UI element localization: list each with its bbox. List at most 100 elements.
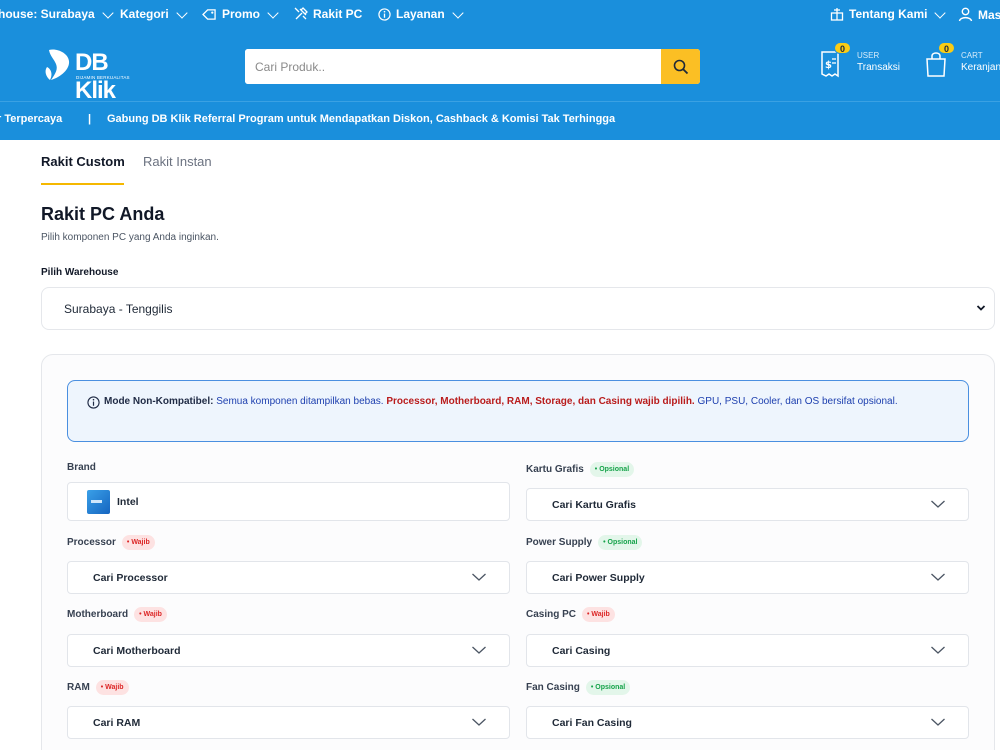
chevron-down-icon: [931, 718, 945, 726]
user-icon: [958, 7, 973, 22]
brand-select[interactable]: Intel: [67, 482, 510, 521]
psu-select[interactable]: Cari Power Supply: [526, 561, 969, 594]
transaksi-label: Transaksi: [857, 62, 900, 73]
rakit-pc-menu[interactable]: Rakit PC: [294, 7, 362, 21]
user-transaksi-link[interactable]: $ 0 USER Transaksi: [820, 42, 900, 78]
motherboard-label-text: Motherboard: [67, 609, 129, 620]
tab-rakit-custom[interactable]: Rakit Custom: [41, 154, 125, 169]
tools-icon: [294, 7, 308, 20]
required-badge: • Wajib: [134, 607, 167, 622]
marquee-separator: |: [88, 113, 92, 125]
shopping-bag-icon: 0: [924, 42, 955, 78]
login-link[interactable]: Mas: [958, 7, 1000, 22]
fan-casing-label-text: Fan Casing: [526, 682, 580, 693]
chevron-down-icon: [976, 305, 986, 311]
processor-placeholder: Cari Processor: [93, 572, 168, 584]
notice-required-text: Processor, Motherboard, RAM, Storage, da…: [386, 396, 695, 407]
logo-mark-icon: [45, 49, 70, 80]
svg-text:$: $: [825, 60, 832, 71]
chevron-down-icon: [267, 6, 279, 19]
info-icon: [87, 396, 100, 409]
warehouse-label: house: Surabaya: [0, 7, 95, 21]
tentang-kami-menu[interactable]: Tentang Kami: [830, 6, 947, 21]
logo-tagline: DIJAMIN BERKUALITAS: [76, 75, 130, 80]
chevron-down-icon: [931, 573, 945, 581]
chevron-down-icon: [934, 6, 947, 19]
referral-program-link[interactable]: Gabung DB Klik Referral Program untuk Me…: [107, 113, 615, 125]
chevron-down-icon: [176, 6, 188, 19]
optional-badge: • Opsional: [585, 680, 631, 695]
chevron-down-icon: [931, 500, 945, 508]
optional-badge: • Opsional: [598, 535, 643, 550]
ram-label-text: RAM: [67, 682, 90, 693]
promo-marquee: r Terpercaya | Gabung DB Klik Referral P…: [0, 101, 1000, 140]
receipt-icon: $ 0: [820, 42, 851, 78]
info-icon: [378, 7, 391, 21]
kategori-menu[interactable]: Kategori: [120, 6, 188, 21]
cart-link[interactable]: 0 CART Keranjan: [924, 42, 1000, 78]
ram-placeholder: Cari RAM: [93, 717, 141, 729]
gpu-select[interactable]: Cari Kartu Grafis: [526, 488, 969, 521]
search-icon: [673, 59, 688, 74]
search-button[interactable]: [661, 49, 700, 84]
fan-casing-select[interactable]: Cari Fan Casing: [526, 706, 969, 739]
page-title: Rakit PC Anda: [41, 204, 165, 224]
notice-text-1: Semua komponen ditampilkan bebas.: [213, 396, 387, 407]
tab-rakit-instan[interactable]: Rakit Instan: [143, 154, 212, 169]
casing-label-text: Casing PC: [526, 609, 577, 620]
required-badge: • Wajib: [582, 607, 615, 622]
processor-field-label: Processor • Wajib: [67, 535, 155, 550]
motherboard-select[interactable]: Cari Motherboard: [67, 634, 510, 667]
layanan-label: Layanan: [396, 7, 445, 21]
ram-field-label: RAM • Wajib: [67, 680, 129, 695]
kategori-label: Kategori: [120, 7, 169, 21]
search-input[interactable]: [245, 49, 661, 84]
layanan-menu[interactable]: Layanan: [378, 6, 464, 21]
fan-casing-field-label: Fan Casing • Opsional: [526, 680, 631, 695]
psu-field-label: Power Supply • Opsional: [526, 535, 643, 550]
processor-select[interactable]: Cari Processor: [67, 561, 510, 594]
processor-label-text: Processor: [67, 537, 116, 548]
chevron-down-icon: [931, 646, 945, 654]
db-klik-logo[interactable]: DB Klik DIJAMIN BERKUALITAS: [44, 47, 144, 104]
cart-small-label: CART: [961, 51, 983, 60]
cart-count-badge: 0: [938, 42, 955, 54]
gpu-placeholder: Cari Kartu Grafis: [552, 499, 637, 511]
chevron-down-icon: [472, 573, 486, 581]
gpu-field-label: Kartu Grafis • Opsional: [526, 462, 635, 477]
casing-placeholder: Cari Casing: [552, 645, 611, 657]
casing-field-label: Casing PC • Wajib: [526, 607, 615, 622]
building-icon: [830, 8, 844, 21]
motherboard-placeholder: Cari Motherboard: [93, 645, 181, 657]
fan-casing-placeholder: Cari Fan Casing: [552, 717, 632, 729]
required-badge: • Wajib: [121, 535, 155, 550]
warehouse-selector[interactable]: house: Surabaya: [0, 6, 114, 21]
tag-icon: [202, 8, 216, 20]
notice-lead: Mode Non-Kompatibel:: [104, 396, 214, 407]
chevron-down-icon: [472, 718, 486, 726]
page-subtitle: Pilih komponen PC yang Anda inginkan.: [41, 232, 219, 243]
psu-label-text: Power Supply: [526, 537, 593, 548]
search-bar: [245, 49, 700, 84]
warehouse-select[interactable]: Surabaya - Tenggilis: [41, 287, 995, 330]
active-tab-indicator: [41, 183, 124, 185]
marquee-text-left: r Terpercaya: [0, 113, 63, 125]
chevron-down-icon: [452, 6, 464, 19]
compatibility-notice: Mode Non-Kompatibel: Semua komponen dita…: [67, 380, 969, 442]
promo-label: Promo: [222, 7, 261, 21]
warehouse-select-value: Surabaya - Tenggilis: [64, 302, 173, 316]
brand-select-value: Intel: [117, 496, 139, 508]
intel-brand-icon: [87, 490, 110, 514]
casing-select[interactable]: Cari Casing: [526, 634, 969, 667]
motherboard-field-label: Motherboard • Wajib: [67, 607, 167, 622]
promo-menu[interactable]: Promo: [202, 6, 279, 21]
warehouse-field-label: Pilih Warehouse: [41, 267, 119, 278]
gpu-label-text: Kartu Grafis: [526, 464, 584, 475]
optional-badge: • Opsional: [589, 462, 635, 477]
tentang-kami-label: Tentang Kami: [849, 7, 928, 21]
transaksi-count-badge: 0: [834, 42, 851, 54]
brand-field-label: Brand: [67, 462, 96, 473]
cart-label: Keranjan: [961, 62, 1000, 73]
top-nav-bar: house: Surabaya Kategori Promo Rakit PC …: [0, 0, 1000, 28]
ram-select[interactable]: Cari RAM: [67, 706, 510, 739]
